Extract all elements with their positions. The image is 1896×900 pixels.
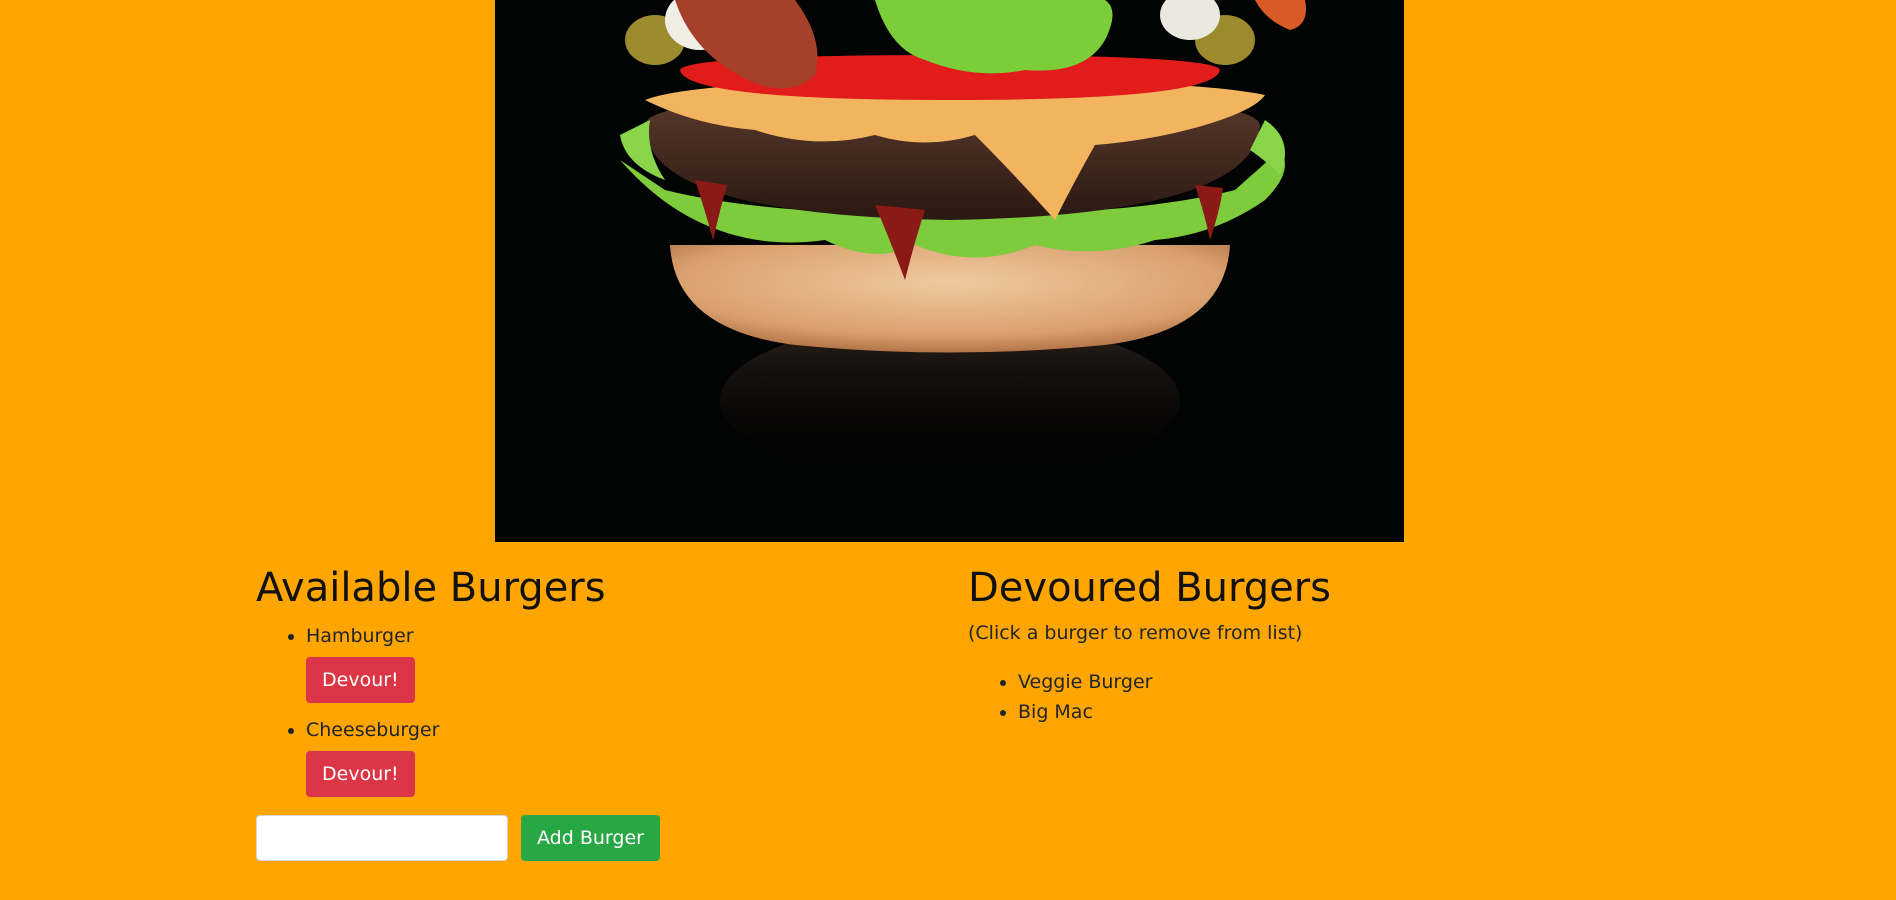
add-burger-button[interactable]: Add Burger <box>521 815 660 861</box>
list-item: Cheeseburger Devour! <box>306 715 946 797</box>
devour-button[interactable]: Devour! <box>306 657 415 703</box>
devoured-burgers-section: Devoured Burgers (Click a burger to remo… <box>968 565 1658 727</box>
available-burgers-list: Hamburger Devour! Cheeseburger Devour! <box>256 621 946 797</box>
add-burger-form: Add Burger <box>256 815 660 861</box>
devour-button[interactable]: Devour! <box>306 751 415 797</box>
page: Available Burgers Hamburger Devour! Chee… <box>0 0 1896 900</box>
available-burgers-section: Available Burgers Hamburger Devour! Chee… <box>256 565 946 809</box>
burger-name-input[interactable] <box>256 815 508 861</box>
list-item: Hamburger Devour! <box>306 621 946 703</box>
burger-name: Cheeseburger <box>306 719 440 741</box>
devoured-list-item[interactable]: Veggie Burger <box>1018 667 1658 697</box>
devoured-list-item[interactable]: Big Mac <box>1018 697 1658 727</box>
devoured-burgers-heading: Devoured Burgers <box>968 565 1332 611</box>
burger-name: Hamburger <box>306 625 414 647</box>
available-burgers-heading: Available Burgers <box>256 565 606 611</box>
devoured-burgers-list: Veggie Burger Big Mac <box>968 667 1658 727</box>
hero-burger-image <box>495 0 1404 542</box>
devoured-note: (Click a burger to remove from list) <box>968 622 1303 644</box>
